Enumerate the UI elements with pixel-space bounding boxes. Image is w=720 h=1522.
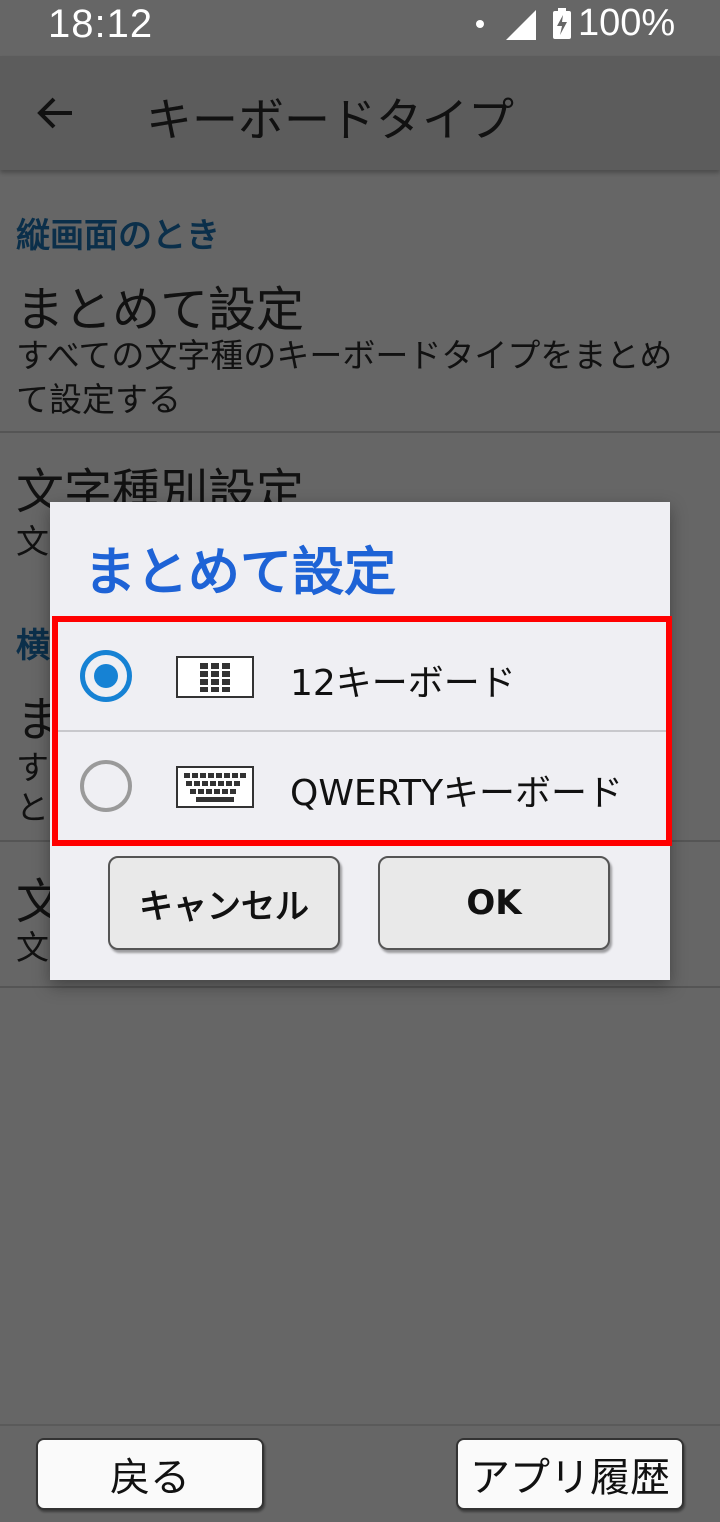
options-highlight-frame: 12キーボード QWERTYキーボード (52, 616, 672, 846)
option-12-keyboard[interactable]: 12キーボード (58, 622, 666, 732)
option-label-qwerty-keyboard: QWERTYキーボード (290, 773, 624, 814)
app-bar: キーボードタイプ (0, 56, 720, 170)
dialog-title: まとめて設定 (84, 543, 397, 603)
battery-percent: 100% (578, 2, 676, 44)
battery-icon (553, 8, 571, 39)
back-button[interactable]: 戻る (36, 1438, 264, 1510)
bottom-nav: 戻る アプリ履歴 (0, 1424, 720, 1522)
section-header-portrait: 縦画面のとき (16, 216, 220, 256)
signal-icon (506, 10, 536, 40)
option-qwerty-keyboard[interactable]: QWERTYキーボード (58, 732, 666, 841)
status-time: 18:12 (48, 2, 154, 46)
option-label-12-keyboard: 12キーボード (290, 663, 516, 704)
app-history-button[interactable]: アプリ履歴 (456, 1438, 684, 1510)
cancel-button[interactable]: キャンセル (108, 856, 340, 950)
ok-button[interactable]: OK (378, 856, 610, 950)
radio-unselected-icon[interactable] (80, 760, 132, 812)
divider (0, 431, 720, 433)
list-item-bulk-title[interactable]: まとめて設定 (16, 270, 304, 340)
keypad-12-icon (176, 656, 254, 698)
status-bar: 18:12 100% (0, 0, 720, 56)
divider (0, 986, 720, 988)
page-title: キーボードタイプ (146, 93, 514, 147)
back-arrow-icon[interactable] (36, 94, 74, 132)
list-item-bulk-desc: すべての文字種のキーボードタイプをまとめて設定する (16, 336, 673, 419)
keyboard-type-dialog: まとめて設定 12キーボード QWERTYキーボード キャンセル OK (50, 502, 672, 980)
section-header-landscape: 横 (16, 626, 50, 666)
radio-selected-icon[interactable] (80, 650, 132, 702)
notification-dot-icon (476, 20, 484, 28)
qwerty-keyboard-icon (176, 766, 254, 808)
